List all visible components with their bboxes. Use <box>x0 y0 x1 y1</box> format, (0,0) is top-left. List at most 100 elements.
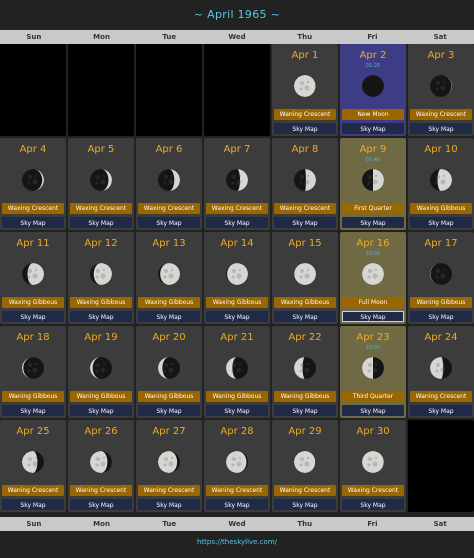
phase-label: Waning Crescent <box>2 485 64 496</box>
day-cell: Apr 6 Waxing Crescent Sky Map <box>136 138 202 230</box>
day-cell: Apr 2 01:20 New Moon Sky Map <box>340 44 406 136</box>
empty-day-cell <box>68 44 134 136</box>
weekday-tue: Tue <box>162 33 177 41</box>
moon-phase-icon <box>294 263 316 285</box>
weekday-thu: Thu <box>297 33 313 41</box>
moon-phase-icon <box>158 169 180 191</box>
sky-map-button[interactable]: Sky Map <box>2 405 64 416</box>
sky-map-button[interactable]: Sky Map <box>410 217 472 228</box>
footer-link[interactable]: https://theskylive.com/ <box>0 538 474 546</box>
sky-map-button[interactable]: Sky Map <box>342 499 404 510</box>
weekday-header-bottom: Sun Mon Tue Wed Thu Fri Sat <box>0 517 474 531</box>
sky-map-button[interactable]: Sky Map <box>410 405 472 416</box>
sky-map-button[interactable]: Sky Map <box>206 499 268 510</box>
moon-phase-icon <box>90 451 112 473</box>
phase-label: Waning Gibbous <box>138 391 200 402</box>
phase-label: Waning Gibbous <box>70 391 132 402</box>
sky-map-button[interactable]: Sky Map <box>2 311 64 322</box>
moon-phase-icon <box>226 357 248 379</box>
moon-phase-icon <box>294 357 316 379</box>
phase-label: Waning Crescent <box>410 391 472 402</box>
moon-phase-icon <box>90 357 112 379</box>
sky-map-button[interactable]: Sky Map <box>2 499 64 510</box>
sky-map-button[interactable]: Sky Map <box>342 311 404 322</box>
moon-phase-icon <box>22 357 44 379</box>
day-date: Apr 18 <box>16 332 50 343</box>
day-cell: Apr 19 Waning Gibbous Sky Map <box>68 326 134 418</box>
calendar-grid: Apr 1 Waning Crescent Sky Map Apr 2 01:20 New… <box>0 44 474 512</box>
moon-phase-icon <box>294 451 316 473</box>
sky-map-button[interactable]: Sky Map <box>274 499 336 510</box>
moon-phase-icon <box>158 263 180 285</box>
sky-map-button[interactable]: Sky Map <box>70 499 132 510</box>
moon-phase-icon <box>22 169 44 191</box>
sky-map-button[interactable]: Sky Map <box>410 123 472 134</box>
sky-map-button[interactable]: Sky Map <box>70 217 132 228</box>
phase-label: Waxing Crescent <box>410 109 472 120</box>
phase-label: Waxing Crescent <box>2 203 64 214</box>
sky-map-button[interactable]: Sky Map <box>274 217 336 228</box>
day-date: Apr 26 <box>84 426 118 437</box>
day-cell: Apr 25 Waning Crescent Sky Map <box>0 420 66 512</box>
day-cell: Apr 23 20:07 Third Quarter Sky Map <box>340 326 406 418</box>
day-date: Apr 5 <box>87 144 115 155</box>
sky-map-button[interactable]: Sky Map <box>206 217 268 228</box>
sky-map-button[interactable]: Sky Map <box>410 311 472 322</box>
moon-phase-icon <box>226 169 248 191</box>
moon-phase-icon <box>362 75 384 97</box>
weekday-sun: Sun <box>26 520 42 528</box>
day-cell: Apr 16 10:03 Full Moon Sky Map <box>340 232 406 324</box>
moon-phase-icon <box>362 451 384 473</box>
phase-label: Waning Gibbous <box>2 391 64 402</box>
sky-map-button[interactable]: Sky Map <box>342 217 404 228</box>
sky-map-button[interactable]: Sky Map <box>342 405 404 416</box>
sky-map-button[interactable]: Sky Map <box>206 405 268 416</box>
weekday-thu: Thu <box>297 520 313 528</box>
phase-label: Waxing Gibbous <box>410 203 472 214</box>
sky-map-button[interactable]: Sky Map <box>70 405 132 416</box>
day-date: Apr 27 <box>152 426 186 437</box>
phase-label: Waning Crescent <box>70 485 132 496</box>
moon-phase-icon <box>362 169 384 191</box>
sky-map-button[interactable]: Sky Map <box>342 123 404 134</box>
sky-map-button[interactable]: Sky Map <box>70 311 132 322</box>
sky-map-button[interactable]: Sky Map <box>274 405 336 416</box>
day-cell: Apr 7 Waxing Crescent Sky Map <box>204 138 270 230</box>
weekday-header-top: Sun Mon Tue Wed Thu Fri Sat <box>0 30 474 44</box>
weekday-mon: Mon <box>93 520 110 528</box>
day-date: Apr 17 <box>424 238 458 249</box>
day-cell: Apr 9 01:40 First Quarter Sky Map <box>340 138 406 230</box>
sky-map-button[interactable]: Sky Map <box>138 405 200 416</box>
weekday-mon: Mon <box>93 33 110 41</box>
phase-label: Waxing Gibbous <box>274 297 336 308</box>
sky-map-button[interactable]: Sky Map <box>2 217 64 228</box>
sky-map-button[interactable]: Sky Map <box>138 311 200 322</box>
sky-map-button[interactable]: Sky Map <box>138 499 200 510</box>
sky-map-button[interactable]: Sky Map <box>274 123 336 134</box>
moon-phase-icon <box>158 357 180 379</box>
day-date: Apr 21 <box>220 332 254 343</box>
day-cell: Apr 15 Waxing Gibbous Sky Map <box>272 232 338 324</box>
day-cell: Apr 30 Waxing Crescent Sky Map <box>340 420 406 512</box>
empty-day-cell <box>136 44 202 136</box>
sky-map-button[interactable]: Sky Map <box>206 311 268 322</box>
weekday-sat: Sat <box>433 33 447 41</box>
day-date: Apr 30 <box>356 426 390 437</box>
moon-phase-icon <box>22 263 44 285</box>
sky-map-button[interactable]: Sky Map <box>274 311 336 322</box>
day-cell: Apr 17 Waning Gibbous Sky Map <box>408 232 474 324</box>
day-date: Apr 10 <box>424 144 458 155</box>
day-date: Apr 15 <box>288 238 322 249</box>
phase-label: Waxing Gibbous <box>206 297 268 308</box>
day-cell: Apr 11 Waxing Gibbous Sky Map <box>0 232 66 324</box>
phase-label: Waxing Crescent <box>70 203 132 214</box>
day-date: Apr 11 <box>16 238 50 249</box>
phase-label: Waxing Gibbous <box>138 297 200 308</box>
day-cell: Apr 4 Waxing Crescent Sky Map <box>0 138 66 230</box>
day-cell: Apr 27 Waning Crescent Sky Map <box>136 420 202 512</box>
sky-map-button[interactable]: Sky Map <box>138 217 200 228</box>
phase-label: Waxing Gibbous <box>70 297 132 308</box>
phase-time: 10:03 <box>365 251 381 257</box>
phase-time: 01:20 <box>365 63 381 69</box>
day-cell: Apr 22 Waning Gibbous Sky Map <box>272 326 338 418</box>
